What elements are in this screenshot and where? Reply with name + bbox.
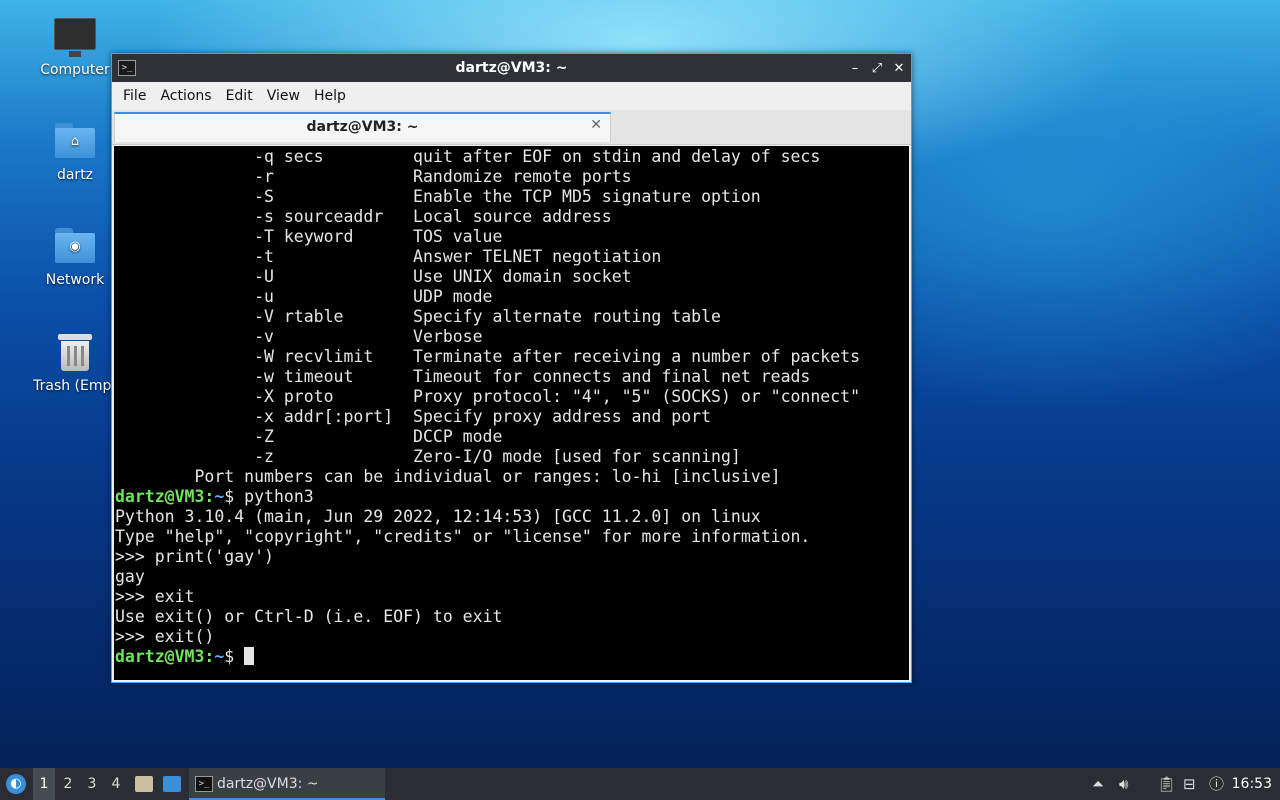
desktop-icon-home[interactable]: ⌂ dartz xyxy=(25,123,125,183)
desktop-icon-computer[interactable]: Computer xyxy=(25,18,125,78)
menu-help[interactable]: Help xyxy=(307,88,353,104)
trash-icon xyxy=(58,332,92,372)
prompt-user: dartz@VM3 xyxy=(115,647,205,666)
prompt-command xyxy=(234,647,244,666)
terminal-line: -u UDP mode xyxy=(115,287,493,306)
terminal-line: -r Randomize remote ports xyxy=(115,167,632,186)
prompt-separator: : xyxy=(204,487,215,506)
prompt-path: ~ xyxy=(214,487,225,506)
workspace-1[interactable]: 1 xyxy=(33,768,55,800)
menu-actions[interactable]: Actions xyxy=(153,88,218,104)
clipboard-icon[interactable]: 📋︎ xyxy=(1157,768,1176,800)
terminal-line: -s sourceaddr Local source address xyxy=(115,207,612,226)
terminal-window: >_ dartz@VM3: ~ – ⤢ ✕ File Actions Edit … xyxy=(111,53,912,683)
terminal-line: -v Verbose xyxy=(115,327,483,346)
network-folder-icon: ◉ xyxy=(55,228,95,263)
prompt-separator: : xyxy=(204,647,215,666)
taskbar: ◐ 1 2 3 4 >_ dartz@VM3: ~ ⏶ 🔊︎ 📋︎ ⊟ ⓘ 16… xyxy=(0,768,1280,800)
terminal-line: -X proto Proxy protocol: "4", "5" (SOCKS… xyxy=(115,387,861,406)
task-label: dartz@VM3: ~ xyxy=(217,776,319,792)
workspace-3[interactable]: 3 xyxy=(81,768,103,800)
desktop-icon-label: Computer xyxy=(40,62,110,78)
terminal-line: -x addr[:port] Specify proxy address and… xyxy=(115,407,712,426)
terminal-line: Python 3.10.4 (main, Jun 29 2022, 12:14:… xyxy=(115,507,761,526)
terminal-line: >>> exit xyxy=(115,587,195,606)
menu-file[interactable]: File xyxy=(116,88,153,104)
terminal-line: -t Answer TELNET negotiation xyxy=(115,247,662,266)
workspace-4[interactable]: 4 xyxy=(105,768,127,800)
terminal-prompt-line: dartz@VM3:~$ python3 xyxy=(115,487,909,507)
terminal-line: Type "help", "copyright", "credits" or "… xyxy=(115,527,811,546)
window-title: dartz@VM3: ~ xyxy=(455,60,568,76)
show-desktop-icon[interactable] xyxy=(163,776,181,792)
terminal-line: -q secs quit after EOF on stdin and dela… xyxy=(115,147,821,166)
terminal-line: >>> print('gay') xyxy=(115,547,274,566)
taskbar-task-terminal[interactable]: >_ dartz@VM3: ~ xyxy=(189,768,385,800)
terminal-output[interactable]: -q secs quit after EOF on stdin and dela… xyxy=(114,146,909,680)
terminal-line: gay xyxy=(115,567,145,586)
clock[interactable]: 16:53 xyxy=(1232,768,1272,800)
terminal-line: -W recvlimit Terminate after receiving a… xyxy=(115,347,861,366)
computer-icon xyxy=(54,18,96,57)
tray-arrow-icon[interactable]: ⏶ xyxy=(1092,768,1104,800)
terminal-task-icon: >_ xyxy=(195,776,213,792)
desktop-icon-trash[interactable]: Trash (Empt xyxy=(25,332,125,394)
terminal-line: -V rtable Specify alternate routing tabl… xyxy=(115,307,721,326)
desktop-icon-label: Trash (Empt xyxy=(33,378,117,394)
menu-bar: File Actions Edit View Help xyxy=(112,82,911,110)
workspace-2[interactable]: 2 xyxy=(57,768,79,800)
tab-terminal[interactable]: dartz@VM3: ~ ✕ xyxy=(114,112,611,142)
network-icon[interactable]: ⊟ xyxy=(1183,768,1196,800)
prompt-user: dartz@VM3 xyxy=(115,487,205,506)
terminal-line: Use exit() or Ctrl-D (i.e. EOF) to exit xyxy=(115,607,503,626)
terminal-line: -z Zero-I/O mode [used for scanning] xyxy=(115,447,741,466)
prompt-path: ~ xyxy=(214,647,225,666)
terminal-line: Port numbers can be individual or ranges… xyxy=(115,467,781,486)
file-manager-icon[interactable] xyxy=(135,776,153,792)
terminal-line: >>> exit() xyxy=(115,627,215,646)
terminal-line: -w timeout Timeout for connects and fina… xyxy=(115,367,811,386)
terminal-line: -Z DCCP mode xyxy=(115,427,503,446)
terminal-line: -U Use UNIX domain socket xyxy=(115,267,632,286)
maximize-icon[interactable]: ⤢ xyxy=(871,61,883,76)
volume-icon[interactable]: 🔊︎ xyxy=(1119,768,1128,800)
minimize-icon[interactable]: – xyxy=(849,61,861,76)
tab-title: dartz@VM3: ~ xyxy=(306,119,419,135)
tab-bar: dartz@VM3: ~ ✕ xyxy=(112,110,911,145)
terminal-line: -S Enable the TCP MD5 signature option xyxy=(115,187,761,206)
close-icon[interactable]: ✕ xyxy=(893,61,905,76)
desktop-icon-label: dartz xyxy=(56,167,94,183)
window-titlebar[interactable]: >_ dartz@VM3: ~ – ⤢ ✕ xyxy=(112,54,911,82)
terminal-prompt-line: dartz@VM3:~$ xyxy=(115,647,909,667)
menu-edit[interactable]: Edit xyxy=(219,88,260,104)
terminal-line: -T keyword TOS value xyxy=(115,227,503,246)
text-cursor xyxy=(244,647,255,665)
desktop-icon-network[interactable]: ◉ Network xyxy=(25,228,125,288)
menu-view[interactable]: View xyxy=(260,88,307,104)
update-notifier-icon[interactable]: ⓘ xyxy=(1209,768,1224,800)
tab-close-icon[interactable]: ✕ xyxy=(590,117,602,133)
prompt-command: python3 xyxy=(234,487,314,506)
prompt-symbol: $ xyxy=(224,487,235,506)
desktop-icon-label: Network xyxy=(45,272,105,288)
window-controls: – ⤢ ✕ xyxy=(849,54,905,82)
start-menu-icon[interactable]: ◐ xyxy=(6,774,26,794)
prompt-symbol: $ xyxy=(224,647,235,666)
home-folder-icon: ⌂ xyxy=(55,123,95,158)
